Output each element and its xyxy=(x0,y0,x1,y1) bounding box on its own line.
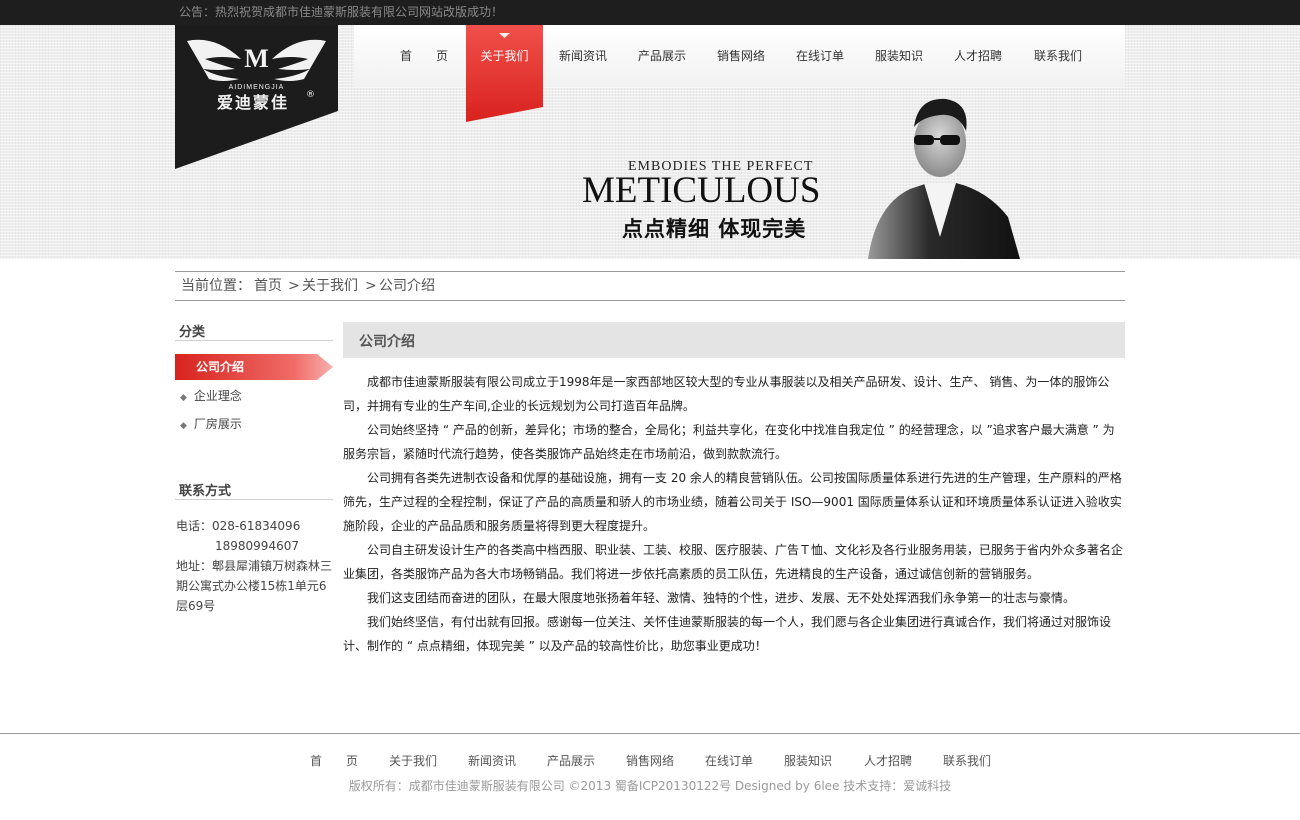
notice-text: 公告：热烈祝贺成都市佳迪蒙斯服装有限公司网站改版成功！ xyxy=(179,5,504,19)
breadcrumb-separator: > xyxy=(288,278,300,294)
nav-item-news[interactable]: 新闻资讯 xyxy=(559,25,607,87)
sidebar-item-label: 企业理念 xyxy=(193,389,242,403)
contact-phone-label: 电话： xyxy=(176,519,213,533)
main-nav: 首 页 关于我们 新闻资讯 产品展示 销售网络 在线订单 服装知识 人才招聘 联… xyxy=(354,25,1125,122)
registered-icon: ® xyxy=(306,90,315,100)
nav-item-contact[interactable]: 联系我们 xyxy=(1034,25,1082,87)
bullet-icon: ◆ xyxy=(180,421,187,431)
breadcrumb-home[interactable]: 首页 xyxy=(254,277,282,295)
logo-brand-cn: 爱迪蒙佳 xyxy=(217,93,289,112)
contact-phone2: 18980994607 xyxy=(215,539,299,553)
article-paragraph: 我们这支团结而奋进的团队，在最大限度地张扬着年轻、激情、独特的个性，进步、发展、… xyxy=(367,591,1076,605)
nav-item-online-order[interactable]: 在线订单 xyxy=(796,25,844,87)
breadcrumb: 当前位置： 首页 > 关于我们 > 公司介绍 xyxy=(175,271,1125,301)
article-paragraph: 成都市佳迪蒙斯服装有限公司成立于1998年是一家西部地区较大型的专业从事服装以及… xyxy=(343,375,1110,413)
footer-nav-about[interactable]: 关于我们 xyxy=(389,752,437,769)
footer-nav-contact[interactable]: 联系我们 xyxy=(943,752,991,769)
contact-address-line1: 郫县犀浦镇万树森林三 xyxy=(212,559,333,573)
footer-nav-products[interactable]: 产品展示 xyxy=(547,752,595,769)
contact-address-line3: 层69号 xyxy=(176,599,216,613)
banner-slogan: EMBODIES THE PERFECT METICULOUS 点点精细 体现完… xyxy=(580,157,850,241)
contact-address-line2: 期公寓式办公楼15栋1单元6 xyxy=(176,579,327,593)
nav-item-sales-network[interactable]: 销售网络 xyxy=(717,25,765,87)
contact-phone: 电话：028-61834096 xyxy=(176,516,300,536)
notice-bar: 公告：热烈祝贺成都市佳迪蒙斯服装有限公司网站改版成功！ xyxy=(0,0,1300,25)
model-photo-image xyxy=(868,98,1020,259)
footer-nav-recruitment[interactable]: 人才招聘 xyxy=(864,752,912,769)
breadcrumb-prefix: 当前位置： xyxy=(181,278,251,294)
content-heading: 公司介绍 xyxy=(343,322,1125,358)
contact-phone1: 028-61834096 xyxy=(212,519,301,533)
sidebar-category-title: 分类 xyxy=(179,325,206,340)
slogan-cn: 点点精细 体现完美 xyxy=(622,217,807,241)
breadcrumb-separator: > xyxy=(365,278,377,294)
article-paragraph: 我们始终坚信，有付出就有回报。感谢每一位关注、关怀佳迪蒙斯服装的每一个人，我们愿… xyxy=(343,615,1112,653)
sidebar-contact-title: 联系方式 xyxy=(179,484,232,499)
footer-nav-clothing-knowledge[interactable]: 服装知识 xyxy=(784,752,832,769)
copyright: 版权所有：成都市佳迪蒙斯服装有限公司 ©2013 蜀备ICP20130122号 … xyxy=(348,779,952,793)
sidebar-item-philosophy[interactable]: ◆ 企业理念 xyxy=(180,387,242,404)
article-paragraph: 公司始终坚持 “ 产品的创新，差异化；市场的整合，全局化；利益共享化，在变化中找… xyxy=(343,423,1115,461)
content-title: 公司介绍 xyxy=(359,334,415,350)
bullet-icon: ◆ xyxy=(180,393,187,403)
footer-nav-home[interactable]: 首 页 xyxy=(310,752,358,769)
nav-item-recruitment[interactable]: 人才招聘 xyxy=(954,25,1002,87)
footer-divider xyxy=(0,733,1300,734)
footer-nav-sales-network[interactable]: 销售网络 xyxy=(626,752,674,769)
sidebar-item-company-intro[interactable]: 公司介绍 xyxy=(196,358,244,375)
nav-item-clothing-knowledge[interactable]: 服装知识 xyxy=(875,25,923,87)
breadcrumb-current: 公司介绍 xyxy=(379,278,435,294)
nav-item-about[interactable]: 关于我们 xyxy=(466,25,543,87)
logo-mark: M xyxy=(244,44,269,73)
header-banner: M AIDIMENGJIA 爱迪蒙佳 ® 首 页 关于我们 新闻资讯 产品展示 … xyxy=(0,25,1300,259)
breadcrumb-about[interactable]: 关于我们 xyxy=(302,277,358,295)
article-body: 成都市佳迪蒙斯服装有限公司成立于1998年是一家西部地区较大型的专业从事服装以及… xyxy=(343,370,1125,658)
footer-nav-online-order[interactable]: 在线订单 xyxy=(705,752,753,769)
article-paragraph: 公司拥有各类先进制衣设备和优厚的基础设施，拥有一支 20 余人的精良营销队伍。公… xyxy=(343,471,1122,533)
footer-nav-news[interactable]: 新闻资讯 xyxy=(468,752,516,769)
article-paragraph: 公司自主研发设计生产的各类高中档西服、职业装、工装、校服、医疗服装、广告Ｔ恤、文… xyxy=(343,543,1124,581)
logo[interactable]: M AIDIMENGJIA 爱迪蒙佳 ® xyxy=(175,25,338,169)
contact-address: 地址：郫县犀浦镇万树森林三 xyxy=(176,556,332,576)
sidebar-category-heading: 分类 xyxy=(175,321,333,341)
nav-item-products[interactable]: 产品展示 xyxy=(638,25,686,87)
slogan-en-big: METICULOUS xyxy=(582,170,821,211)
contact-address-label: 地址： xyxy=(176,559,213,573)
logo-brand-en: AIDIMENGJIA xyxy=(229,84,285,91)
nav-item-home[interactable]: 首 页 xyxy=(400,25,448,87)
sidebar-contact-heading: 联系方式 xyxy=(175,480,333,500)
sidebar-item-label: 厂房展示 xyxy=(193,417,242,431)
sidebar-item-factory[interactable]: ◆ 厂房展示 xyxy=(180,415,242,432)
